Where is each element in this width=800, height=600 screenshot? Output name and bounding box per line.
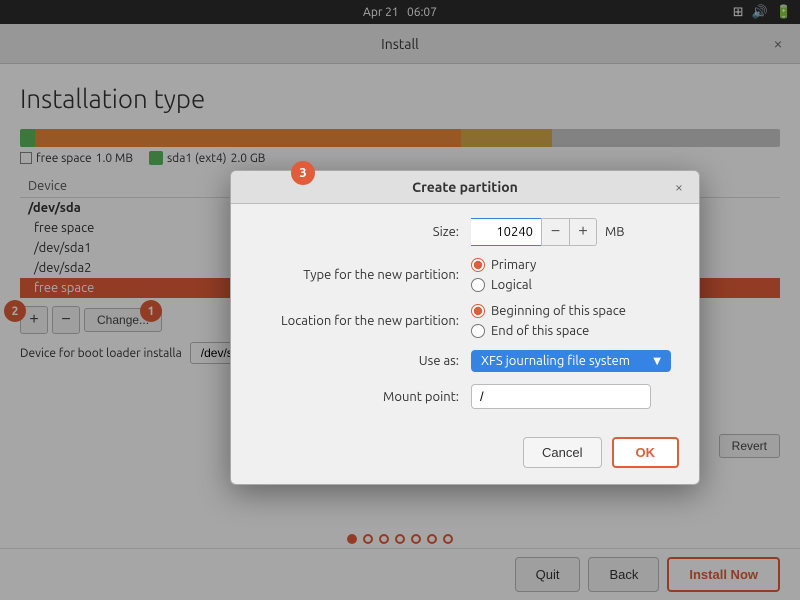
- mount-point-row: Mount point: ▼: [251, 384, 679, 409]
- type-logical-option[interactable]: Logical: [471, 278, 536, 292]
- badge-3: 3: [291, 161, 315, 185]
- use-as-row: Use as: XFS journaling file system ▼: [251, 350, 679, 372]
- partition-type-row: Type for the new partition: Primary Logi…: [251, 258, 679, 292]
- type-primary-option[interactable]: Primary: [471, 258, 536, 272]
- dialog-cancel-button[interactable]: Cancel: [523, 437, 601, 468]
- size-decrease-button[interactable]: −: [541, 218, 569, 246]
- use-as-label: Use as:: [251, 354, 471, 368]
- use-as-value: XFS journaling file system: [481, 354, 630, 368]
- dialog-close-button[interactable]: ×: [669, 177, 689, 197]
- dialog-ok-button[interactable]: OK: [612, 437, 680, 468]
- type-logical-radio[interactable]: [471, 278, 485, 292]
- size-increase-button[interactable]: +: [569, 218, 597, 246]
- create-partition-dialog: 3 Create partition × Size: 10240 − + MB …: [230, 170, 700, 485]
- size-display: 10240: [471, 218, 541, 246]
- mount-label: Mount point:: [251, 390, 471, 404]
- type-logical-label: Logical: [491, 278, 532, 292]
- location-end-label: End of this space: [491, 324, 589, 338]
- location-beginning-radio[interactable]: [471, 304, 485, 318]
- location-beginning-option[interactable]: Beginning of this space: [471, 304, 626, 318]
- location-end-option[interactable]: End of this space: [471, 324, 626, 338]
- size-unit: MB: [605, 225, 625, 239]
- dialog-buttons: Cancel OK: [231, 437, 699, 468]
- location-end-radio[interactable]: [471, 324, 485, 338]
- location-label: Location for the new partition:: [251, 314, 471, 328]
- type-primary-label: Primary: [491, 258, 536, 272]
- size-number: 10240: [496, 225, 533, 239]
- dialog-body: Size: 10240 − + MB Type for the new part…: [231, 204, 699, 429]
- type-radio-group: Primary Logical: [471, 258, 536, 292]
- size-controls: 10240 − + MB: [471, 218, 679, 246]
- mount-input-wrapper: ▼: [471, 384, 651, 409]
- size-label: Size:: [251, 225, 471, 239]
- location-beginning-label: Beginning of this space: [491, 304, 626, 318]
- type-primary-radio[interactable]: [471, 258, 485, 272]
- size-row: Size: 10240 − + MB: [251, 218, 679, 246]
- mount-point-input[interactable]: [472, 385, 651, 408]
- type-label: Type for the new partition:: [251, 268, 471, 282]
- location-radio-group: Beginning of this space End of this spac…: [471, 304, 626, 338]
- use-as-dropdown[interactable]: XFS journaling file system ▼: [471, 350, 671, 372]
- dialog-title: Create partition: [412, 179, 518, 195]
- use-as-arrow-icon: ▼: [653, 355, 661, 367]
- location-row: Location for the new partition: Beginnin…: [251, 304, 679, 338]
